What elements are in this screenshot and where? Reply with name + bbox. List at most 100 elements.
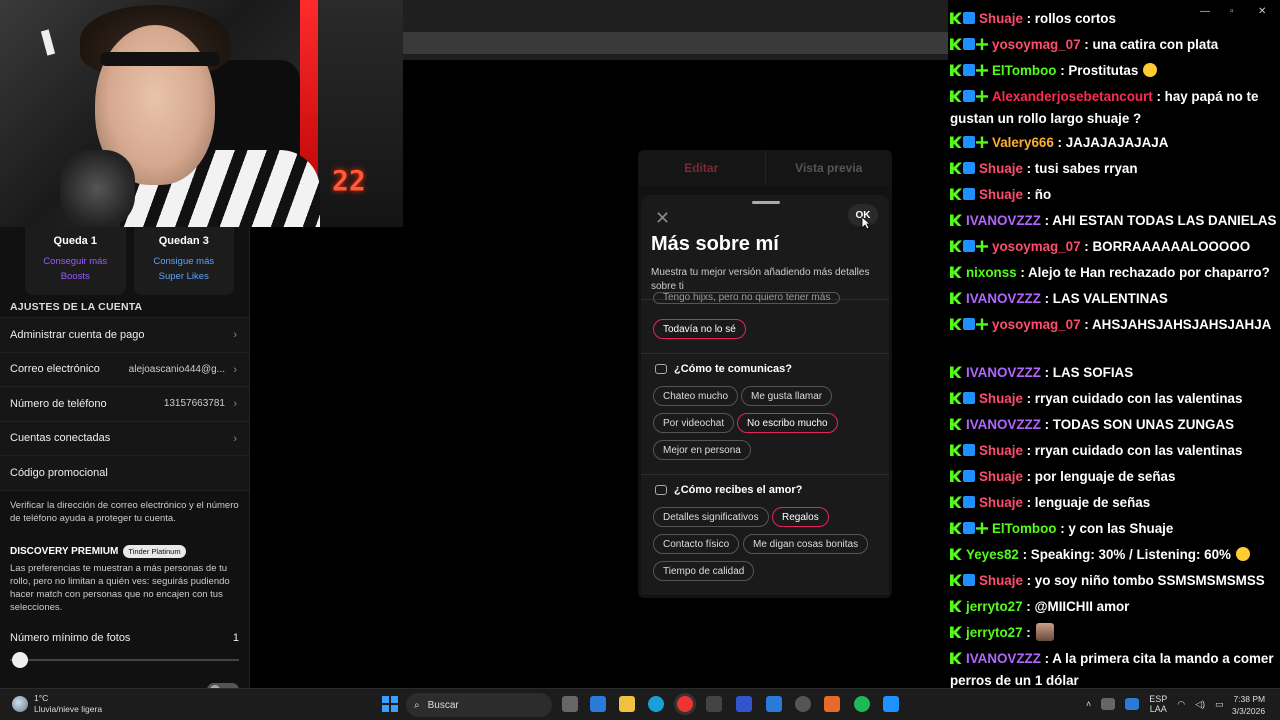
chat-username[interactable]: ElTomboo — [992, 63, 1056, 78]
chat-text: : Alejo te Han rechazado por chaparro? — [1016, 265, 1270, 280]
option-kids-unsure[interactable]: Todavía no lo sé — [653, 319, 746, 339]
tray-app-icon-2[interactable] — [1125, 698, 1140, 710]
chat-username[interactable]: Yeyes82 — [966, 547, 1019, 562]
chat-username[interactable]: IVANOVZZZ — [966, 651, 1041, 666]
chat-message: Shuaje : rryan cuidado con las valentina… — [950, 440, 1280, 462]
chat-message: IVANOVZZZ : A la primera cita la mando a… — [950, 648, 1280, 692]
profile-editor: Editar Vista previa ✕ OK Más sobre mí Mu… — [638, 150, 892, 598]
row-connected-accounts[interactable]: Cuentas conectadas › — [0, 421, 249, 456]
option-kids-partial[interactable]: Tengo hijxs, pero no quiero tener más — [653, 292, 841, 304]
restore-icon[interactable]: ▫ — [1230, 6, 1234, 17]
close-window-icon[interactable]: ✕ — [1258, 6, 1266, 17]
heart-bubble-icon — [655, 485, 667, 495]
chat-username[interactable]: jerryto27 — [966, 625, 1023, 640]
wifi-icon[interactable]: ◠ — [1177, 699, 1185, 710]
copilot-icon[interactable] — [590, 696, 606, 712]
get-superlikes-link[interactable]: Consigue más — [134, 256, 235, 267]
chat-username[interactable]: Shuaje — [979, 187, 1023, 202]
superlikes-label[interactable]: Super Likes — [134, 271, 235, 282]
chat-username[interactable]: Shuaje — [979, 573, 1023, 588]
chat-message: IVANOVZZZ : TODAS SON UNAS ZUNGAS — [950, 414, 1280, 436]
chrome-icon[interactable] — [677, 696, 693, 712]
screen: 22 Queda 1 Conseguir más Boosts Quedan 3… — [0, 0, 1280, 720]
option-comm-4[interactable]: No escribo mucho — [737, 413, 838, 433]
option-comm-1[interactable]: Chateo mucho — [653, 386, 739, 406]
store-icon[interactable] — [706, 696, 722, 712]
chat-username[interactable]: Shuaje — [979, 391, 1023, 406]
obs-icon[interactable] — [824, 696, 840, 712]
taskbar-search[interactable]: ⌕ Buscar — [406, 693, 552, 717]
chat-username[interactable]: Shuaje — [979, 495, 1023, 510]
chat-username[interactable]: yosoymag_07 — [992, 239, 1081, 254]
chat-username[interactable]: Shuaje — [979, 11, 1023, 26]
chat-username[interactable]: nixonss — [966, 265, 1017, 280]
superlikes-card[interactable]: Quedan 3 Consigue más Super Likes — [133, 227, 235, 295]
option-love-1[interactable]: Detalles significativos — [653, 507, 769, 527]
option-love-3[interactable]: Contacto físico — [653, 534, 740, 554]
chat-username[interactable]: IVANOVZZZ — [966, 417, 1041, 432]
github-icon[interactable] — [795, 696, 811, 712]
app-icon[interactable] — [736, 696, 752, 712]
language-indicator[interactable]: ESP LAA — [1149, 694, 1167, 714]
chat-username[interactable]: yosoymag_07 — [992, 317, 1081, 332]
verified-badge-icon — [963, 12, 975, 25]
row-phone[interactable]: Número de teléfono 13157663781 › — [0, 387, 249, 422]
boosts-label[interactable]: Boosts — [25, 271, 126, 282]
chat-username[interactable]: Valery666 — [992, 135, 1054, 150]
chat-username[interactable]: IVANOVZZZ — [966, 213, 1041, 228]
tab-preview[interactable]: Vista previa — [766, 150, 893, 186]
user-badges — [950, 132, 989, 154]
option-love-4[interactable]: Me digan cosas bonitas — [743, 534, 869, 554]
discovery-premium-heading: DISCOVERY PREMIUM Tinder Platinum — [0, 537, 249, 558]
battery-icon[interactable]: ▭ — [1215, 699, 1224, 710]
boosts-card[interactable]: Queda 1 Conseguir más Boosts — [25, 227, 126, 295]
slider-knob[interactable] — [12, 651, 28, 668]
chat-username[interactable]: IVANOVZZZ — [966, 365, 1041, 380]
start-icon[interactable] — [382, 696, 398, 712]
user-badges — [950, 544, 963, 566]
chat-username[interactable]: ElTomboo — [992, 521, 1056, 536]
row-payment-account[interactable]: Administrar cuenta de pago › — [0, 318, 249, 353]
clock[interactable]: 7:38 PM 3/3/2026 — [1232, 693, 1265, 717]
chat-username[interactable]: Shuaje — [979, 469, 1023, 484]
option-comm-5[interactable]: Mejor en persona — [653, 440, 751, 460]
chat-message: Alexanderjosebetancourt : hay papá no te… — [950, 86, 1280, 130]
chat-username[interactable]: jerryto27 — [966, 599, 1023, 614]
mouse-cursor-icon — [861, 216, 871, 230]
min-photos-slider[interactable] — [10, 651, 239, 668]
tab-edit[interactable]: Editar — [638, 150, 766, 186]
row-promo-code[interactable]: Código promocional — [0, 456, 249, 491]
option-love-5[interactable]: Tiempo de calidad — [653, 561, 755, 581]
get-boosts-link[interactable]: Conseguir más — [25, 256, 126, 267]
option-comm-2[interactable]: Me gusta llamar — [741, 386, 833, 406]
task-view-icon[interactable] — [562, 696, 578, 712]
chat-message: Shuaje : rryan cuidado con las valentina… — [950, 388, 1280, 410]
spotify-icon[interactable] — [854, 696, 870, 712]
row-email[interactable]: Correo electrónico alejoascanio444@g... … — [0, 352, 249, 387]
chat-text: : AHI ESTAN TODAS LAS DANIELAS — [1040, 213, 1277, 228]
chat-username[interactable]: Shuaje — [979, 161, 1023, 176]
drag-handle[interactable] — [752, 201, 780, 204]
weather-widget[interactable]: 1°C Lluvia/nieve ligera — [12, 693, 102, 715]
chat-username[interactable]: yosoymag_07 — [992, 37, 1081, 52]
kick-badge-icon — [950, 626, 962, 639]
verified-badge-icon — [963, 318, 975, 331]
user-badges — [950, 596, 963, 618]
chat-username[interactable]: IVANOVZZZ — [966, 291, 1041, 306]
volume-icon[interactable]: ◁) — [1195, 699, 1205, 710]
tray-app-icon[interactable] — [1101, 698, 1116, 710]
kick-badge-icon — [950, 90, 962, 103]
chevron-up-icon[interactable]: ˄ — [1086, 699, 1091, 709]
address-bar[interactable] — [403, 32, 948, 54]
chat-username[interactable]: Shuaje — [979, 443, 1023, 458]
close-icon[interactable]: ✕ — [655, 208, 670, 229]
option-love-2[interactable]: Regalos — [772, 507, 829, 527]
option-comm-3[interactable]: Por videochat — [653, 413, 735, 433]
minimize-icon[interactable]: — — [1200, 6, 1210, 17]
app-icon-2[interactable] — [883, 696, 899, 712]
edge-icon[interactable] — [648, 696, 664, 712]
mail-icon[interactable] — [766, 696, 782, 712]
file-explorer-icon[interactable] — [619, 696, 635, 712]
chat-username[interactable]: Alexanderjosebetancourt — [992, 89, 1153, 104]
verified-badge-icon — [963, 136, 975, 149]
